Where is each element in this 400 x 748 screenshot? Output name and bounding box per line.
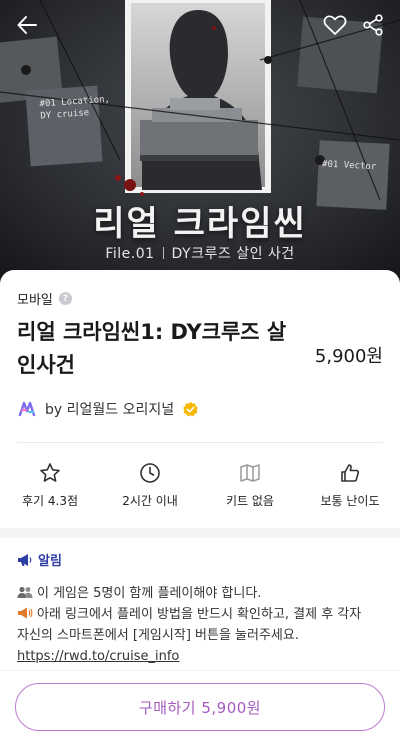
megaphone-icon <box>18 553 32 566</box>
verified-badge-icon <box>183 401 198 416</box>
stats-row: 후기 4.3점 2시간 이내 키트 없음 보통 난이도 <box>0 462 400 514</box>
heart-icon <box>323 15 347 35</box>
creator-name: by 리얼월드 오리지널 <box>45 402 175 418</box>
info-link[interactable]: https://rwd.to/cruise_info <box>17 649 179 664</box>
platform-row: 모바일 ? <box>17 289 72 308</box>
notice-line-instructions: 아래 링크에서 플레이 방법을 반드시 확인하고, 결제 후 각자 <box>17 604 387 625</box>
stat-kit-label: 키트 없음 <box>226 494 274 508</box>
notice-line3: 자신의 스마트폰에서 [게임시작] 버튼을 눌러주세요. <box>17 628 299 643</box>
creator-logo-icon <box>18 401 36 417</box>
price-label: 5,900원 <box>314 346 383 367</box>
notice-header: 알림 <box>17 550 387 569</box>
people-icon <box>17 586 33 598</box>
section-divider <box>17 442 383 443</box>
help-icon[interactable]: ? <box>58 292 72 305</box>
game-title: 리얼 크라임씬1: DY크루즈 살인사건 <box>17 320 287 377</box>
platform-label: 모바일 <box>17 293 53 308</box>
back-button[interactable] <box>12 10 42 40</box>
stat-rating[interactable]: 후기 4.3점 <box>0 462 100 514</box>
clock-icon <box>140 463 160 483</box>
buy-button[interactable]: 구매하기 5,900원 <box>15 683 385 731</box>
notice-heading: 알림 <box>38 554 62 569</box>
hero-note-location: #01 Location, DY cruise <box>39 94 111 122</box>
share-button[interactable] <box>358 10 388 40</box>
hero-title: 리얼 크라임씬 <box>93 204 307 244</box>
creator-row[interactable]: by 리얼월드 오리지널 <box>17 399 199 419</box>
notice-section: 알림 이 게임은 5명이 함께 플레이해야 합니다. 아래 링크에서 플레이 방… <box>17 550 387 667</box>
hero-subtitle-case: DY크루즈 살인 사건 <box>171 246 295 262</box>
map-icon <box>240 464 260 482</box>
loudspeaker-icon <box>18 607 33 619</box>
stat-rating-label: 후기 4.3점 <box>21 494 79 508</box>
hero-banner: #01 Location, DY cruise #01 Vector 리얼 크라… <box>0 0 400 290</box>
thumbs-up-icon <box>341 464 360 482</box>
share-icon <box>363 14 383 36</box>
notice-body: 이 게임은 5명이 함께 플레이해야 합니다. 아래 링크에서 플레이 방법을 … <box>17 583 387 667</box>
hero-subtitle-divider <box>162 247 164 259</box>
stat-difficulty-label: 보통 난이도 <box>320 494 380 508</box>
section-separator <box>0 528 400 538</box>
like-button[interactable] <box>320 10 350 40</box>
stat-duration[interactable]: 2시간 이내 <box>100 462 200 514</box>
notice-line1: 이 게임은 5명이 함께 플레이해야 합니다. <box>37 586 262 601</box>
footer-divider <box>0 670 400 671</box>
notice-line-players: 이 게임은 5명이 함께 플레이해야 합니다. <box>17 583 387 604</box>
stat-difficulty[interactable]: 보통 난이도 <box>300 462 400 514</box>
star-icon <box>40 463 60 482</box>
hero-subtitle-file: File.01 <box>105 246 155 262</box>
stat-duration-label: 2시간 이내 <box>122 494 178 508</box>
product-sheet: 모바일 ? 리얼 크라임씬1: DY크루즈 살인사건 5,900원 by 리얼월… <box>0 270 400 748</box>
stat-kit[interactable]: 키트 없음 <box>200 462 300 514</box>
notice-line2: 아래 링크에서 플레이 방법을 반드시 확인하고, 결제 후 각자 <box>37 607 362 622</box>
arrow-left-icon <box>17 16 37 34</box>
hero-subtitle: File.01 DY크루즈 살인 사건 <box>0 243 400 263</box>
